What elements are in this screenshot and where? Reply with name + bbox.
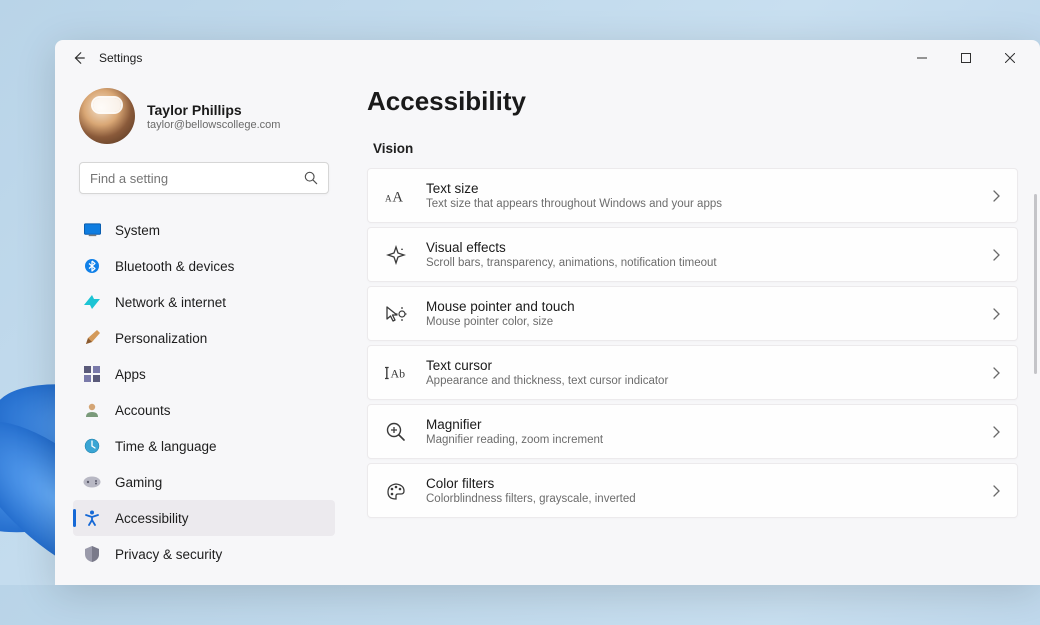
chevron-right-icon — [993, 308, 1001, 320]
bluetooth-icon — [83, 257, 101, 275]
maximize-icon — [961, 53, 971, 63]
main-content: Accessibility Vision AA Text size Text s… — [345, 76, 1040, 585]
chevron-right-icon — [993, 426, 1001, 438]
sidebar-item-label: Gaming — [115, 475, 162, 490]
profile[interactable]: Taylor Phillips taylor@bellowscollege.co… — [73, 82, 335, 160]
card-mouse-pointer[interactable]: Mouse pointer and touch Mouse pointer co… — [367, 286, 1018, 341]
close-button[interactable] — [988, 42, 1032, 74]
minimize-button[interactable] — [900, 42, 944, 74]
mouse-pointer-icon — [384, 302, 408, 326]
nav: System Bluetooth & devices Network & int… — [73, 212, 335, 572]
accessibility-icon — [83, 509, 101, 527]
card-color-filters[interactable]: Color filters Colorblindness filters, gr… — [367, 463, 1018, 518]
sidebar-item-label: Personalization — [115, 331, 207, 346]
search-box[interactable] — [79, 162, 329, 194]
magnifier-icon — [384, 420, 408, 444]
sidebar-item-time[interactable]: Time & language — [73, 428, 335, 464]
sidebar-item-apps[interactable]: Apps — [73, 356, 335, 392]
color-filters-icon — [384, 479, 408, 503]
sidebar-item-label: Privacy & security — [115, 547, 222, 562]
card-title: Color filters — [426, 476, 975, 491]
system-icon — [83, 221, 101, 239]
settings-cards: AA Text size Text size that appears thro… — [367, 168, 1018, 518]
sidebar-item-label: Accounts — [115, 403, 171, 418]
apps-icon — [83, 365, 101, 383]
search-input[interactable] — [90, 171, 304, 186]
section-label: Vision — [373, 141, 1018, 156]
sidebar-item-accessibility[interactable]: Accessibility — [73, 500, 335, 536]
card-text-size[interactable]: AA Text size Text size that appears thro… — [367, 168, 1018, 223]
titlebar: Settings — [55, 40, 1040, 76]
card-magnifier[interactable]: Magnifier Magnifier reading, zoom increm… — [367, 404, 1018, 459]
privacy-icon — [83, 545, 101, 563]
sidebar-item-label: System — [115, 223, 160, 238]
arrow-left-icon — [72, 51, 86, 65]
accounts-icon — [83, 401, 101, 419]
sidebar: Taylor Phillips taylor@bellowscollege.co… — [55, 76, 345, 585]
avatar — [79, 88, 135, 144]
back-button[interactable] — [63, 42, 95, 74]
chevron-right-icon — [993, 249, 1001, 261]
card-title: Mouse pointer and touch — [426, 299, 975, 314]
card-subtitle: Scroll bars, transparency, animations, n… — [426, 257, 975, 269]
chevron-right-icon — [993, 485, 1001, 497]
card-text-cursor[interactable]: Ab Text cursor Appearance and thickness,… — [367, 345, 1018, 400]
card-subtitle: Mouse pointer color, size — [426, 316, 975, 328]
chevron-right-icon — [993, 190, 1001, 202]
sidebar-item-bluetooth[interactable]: Bluetooth & devices — [73, 248, 335, 284]
svg-text:A: A — [385, 193, 392, 203]
card-title: Visual effects — [426, 240, 975, 255]
text-size-icon: AA — [384, 184, 408, 208]
window-title: Settings — [99, 51, 142, 65]
sidebar-item-personalization[interactable]: Personalization — [73, 320, 335, 356]
time-icon — [83, 437, 101, 455]
sidebar-item-gaming[interactable]: Gaming — [73, 464, 335, 500]
card-subtitle: Magnifier reading, zoom increment — [426, 434, 975, 446]
card-visual-effects[interactable]: Visual effects Scroll bars, transparency… — [367, 227, 1018, 282]
sidebar-item-label: Bluetooth & devices — [115, 259, 234, 274]
card-title: Magnifier — [426, 417, 975, 432]
sidebar-item-system[interactable]: System — [73, 212, 335, 248]
sidebar-item-label: Apps — [115, 367, 146, 382]
sidebar-item-label: Accessibility — [115, 511, 189, 526]
text-cursor-icon: Ab — [384, 361, 408, 385]
svg-text:A: A — [392, 189, 403, 205]
close-icon — [1005, 53, 1015, 63]
page-title: Accessibility — [367, 86, 1018, 117]
card-title: Text size — [426, 181, 975, 196]
chevron-right-icon — [993, 367, 1001, 379]
personalization-icon — [83, 329, 101, 347]
sidebar-item-accounts[interactable]: Accounts — [73, 392, 335, 428]
settings-window: Settings Taylor Phillips taylor@bellowsc… — [55, 40, 1040, 585]
card-subtitle: Appearance and thickness, text cursor in… — [426, 375, 975, 387]
sidebar-item-network[interactable]: Network & internet — [73, 284, 335, 320]
gaming-icon — [83, 473, 101, 491]
network-icon — [83, 293, 101, 311]
sidebar-item-label: Time & language — [115, 439, 217, 454]
card-title: Text cursor — [426, 358, 975, 373]
maximize-button[interactable] — [944, 42, 988, 74]
svg-text:Ab: Ab — [391, 366, 406, 380]
profile-name: Taylor Phillips — [147, 102, 280, 118]
profile-email: taylor@bellowscollege.com — [147, 119, 280, 131]
search-icon — [304, 171, 318, 185]
sidebar-item-label: Network & internet — [115, 295, 226, 310]
sidebar-item-privacy[interactable]: Privacy & security — [73, 536, 335, 572]
card-subtitle: Colorblindness filters, grayscale, inver… — [426, 493, 975, 505]
visual-effects-icon — [384, 243, 408, 267]
scrollbar[interactable] — [1034, 194, 1037, 374]
card-subtitle: Text size that appears throughout Window… — [426, 198, 975, 210]
minimize-icon — [917, 53, 927, 63]
